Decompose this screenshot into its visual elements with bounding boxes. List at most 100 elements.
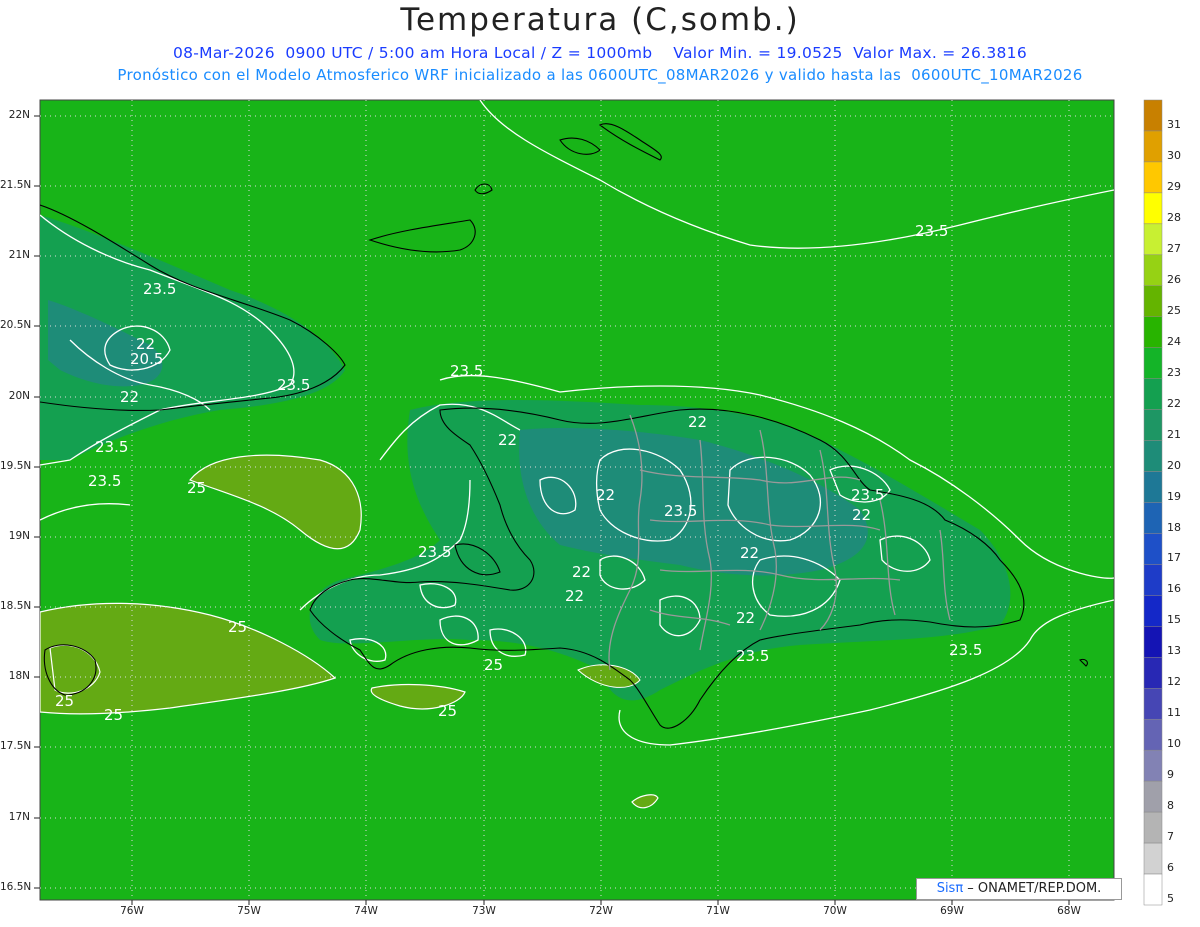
legend-label: 20	[1167, 458, 1181, 472]
legend-swatch	[1143, 223, 1163, 256]
lat-label: 19N	[8, 530, 30, 542]
contour-label: 23.5	[88, 472, 121, 490]
legend-label: 24	[1167, 334, 1181, 348]
lat-label: 17.5N	[0, 740, 32, 752]
legend-label: 21	[1167, 427, 1181, 441]
legend-swatch	[1143, 657, 1163, 689]
legend-swatch	[1143, 378, 1163, 410]
legend-swatch	[1143, 502, 1163, 534]
legend-swatch	[1143, 409, 1163, 441]
contour-label: 25	[55, 692, 74, 710]
legend-label: 28	[1167, 210, 1181, 224]
contour-label: 23.5	[277, 376, 310, 394]
contour-label: 25	[484, 656, 503, 674]
legend-swatch	[1143, 842, 1163, 875]
lon-label: 73W	[472, 905, 496, 917]
contour-label: 22	[596, 486, 615, 504]
legend-swatch	[1143, 130, 1163, 163]
lat-label: 17N	[8, 811, 30, 823]
contour-label: 23.5	[95, 438, 128, 456]
legend-label: 18	[1167, 520, 1181, 534]
legend-label: 30	[1167, 148, 1181, 162]
contour-label: 23.5	[450, 362, 483, 380]
temperature-map: 23.5 23.5 23.5 23.5 23.5 23.5 23.5 23.5 …	[34, 99, 1163, 906]
lon-label: 76W	[120, 905, 144, 917]
contour-label: 22	[565, 587, 584, 605]
contour-label: 22	[740, 544, 759, 562]
legend-label: 19	[1167, 489, 1181, 503]
legend-label: 27	[1167, 241, 1181, 255]
legend-label: 17	[1167, 551, 1181, 565]
lat-label: 20N	[8, 390, 30, 402]
contour-label: 23.5	[949, 641, 982, 659]
lon-label: 72W	[589, 905, 613, 917]
legend-label: 12	[1167, 675, 1181, 689]
legend-swatch	[1143, 626, 1163, 658]
lon-label: 75W	[237, 905, 261, 917]
contour-label: 23.5	[736, 647, 769, 665]
legend-label: 16	[1167, 582, 1181, 596]
legend-label: 9	[1167, 768, 1174, 782]
lon-label: 68W	[1057, 905, 1081, 917]
lat-label: 18N	[8, 670, 30, 682]
contour-label: 22	[498, 431, 517, 449]
lat-label: 19.5N	[0, 460, 32, 472]
credit-text: – ONAMET/REP.DOM.	[963, 881, 1102, 896]
legend-swatch	[1143, 688, 1163, 720]
contour-label: 23.5	[851, 486, 884, 504]
legend-label: 31	[1167, 118, 1181, 131]
legend-swatch	[1143, 161, 1163, 194]
legend-swatch	[1143, 316, 1163, 348]
legend-swatch	[1143, 440, 1163, 472]
legend-label: 15	[1167, 613, 1181, 627]
contour-label: 23.5	[915, 222, 948, 240]
legend-label: 26	[1167, 272, 1181, 286]
legend-swatch	[1143, 749, 1163, 782]
contour-label: 25	[187, 479, 206, 497]
legend-label: 22	[1167, 396, 1181, 410]
credit-logo: Sisπ	[936, 881, 964, 896]
legend-label: 7	[1167, 830, 1174, 844]
legend-swatch	[1143, 99, 1163, 132]
lat-label: 22N	[8, 109, 30, 121]
legend-label: 11	[1167, 706, 1181, 720]
legend-label: 23	[1167, 365, 1181, 379]
legend-swatch	[1143, 347, 1163, 379]
contour-label: 22	[120, 388, 139, 406]
legend-swatch	[1143, 595, 1163, 627]
contour-label: 20.5	[130, 350, 163, 368]
contour-label: 23.5	[418, 543, 451, 561]
legend-label: 25	[1167, 303, 1181, 317]
lon-label: 74W	[354, 905, 378, 917]
lat-label: 21.5N	[0, 179, 32, 191]
lat-label: 16.5N	[0, 881, 32, 893]
legend-swatch	[1143, 811, 1163, 844]
legend-swatch	[1143, 718, 1163, 751]
legend-swatch	[1143, 533, 1163, 565]
legend-label: 5	[1167, 892, 1174, 906]
legend-label: 13	[1167, 644, 1181, 658]
lat-label: 18.5N	[0, 600, 32, 612]
contour-label: 25	[228, 618, 247, 636]
legend-swatch	[1143, 780, 1163, 813]
legend-swatch	[1143, 471, 1163, 503]
contour-label: 22	[736, 609, 755, 627]
contour-label: 23.5	[664, 502, 697, 520]
lon-label: 70W	[823, 905, 847, 917]
legend-label: 29	[1167, 179, 1181, 193]
contour-label: 23.5	[143, 280, 176, 298]
lon-label: 69W	[940, 905, 964, 917]
legend-swatch	[1143, 254, 1163, 287]
legend-label: 8	[1167, 799, 1174, 813]
lon-label: 71W	[706, 905, 730, 917]
legend-swatch	[1143, 285, 1163, 317]
lat-label: 21N	[8, 249, 30, 261]
color-legend	[1143, 99, 1163, 906]
contour-label: 22	[688, 413, 707, 431]
lat-label: 20.5N	[0, 319, 32, 331]
legend-label: 10	[1167, 737, 1181, 751]
contour-label: 22	[852, 506, 871, 524]
credit-box: Sisπ – ONAMET/REP.DOM.	[916, 878, 1122, 900]
contour-label: 22	[572, 563, 591, 581]
legend-swatch	[1143, 192, 1163, 225]
